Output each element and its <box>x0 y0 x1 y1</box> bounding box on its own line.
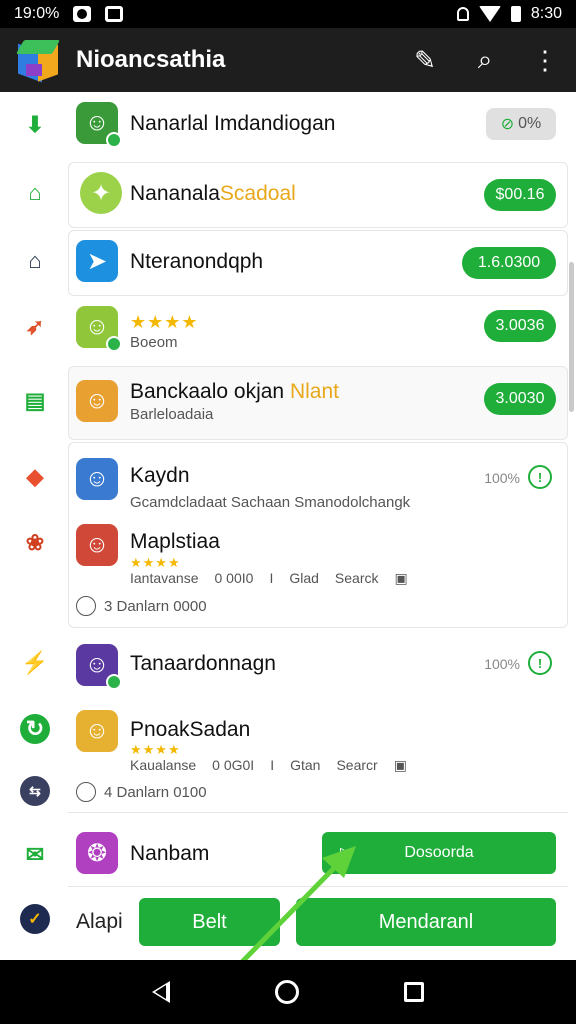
row-3-sub: Boeom <box>130 334 178 351</box>
row-7-status-icon[interactable]: ! <box>528 651 552 675</box>
status-time-right: 8:30 <box>530 5 562 22</box>
berries-icon: ❀ <box>25 530 45 555</box>
row-3-stars: ★★★★ <box>130 312 199 332</box>
more-vert-icon[interactable]: ⋮ <box>530 45 560 76</box>
download-icon: ⬇ <box>25 112 45 137</box>
app-title: Nioancsathia <box>76 46 226 73</box>
app-icon-7[interactable]: ☺ <box>76 644 122 690</box>
app-icon-2[interactable]: ➤ <box>76 240 118 282</box>
home-button-icon[interactable] <box>274 980 299 1004</box>
house-icon: ⌂ <box>28 248 42 273</box>
mail-icon: ✉ <box>25 842 45 867</box>
battery-icon <box>510 6 521 22</box>
row-1-title[interactable]: NananalaScadoal <box>130 182 296 206</box>
app-icon-9[interactable]: ❂ <box>76 832 118 874</box>
app-notification-icon <box>105 6 124 22</box>
app-icon-3[interactable]: ☺ <box>76 306 122 352</box>
row-2-title[interactable]: Nteranondqph <box>130 250 263 274</box>
row-2-action-button[interactable]: 1.6.0300 <box>462 247 556 279</box>
calendar-icon: ▤ <box>24 388 46 413</box>
app-list: ⬇ ☺ Nanarlal Imdandiogan ⊘ 0% ⌂ ✦ Nananal… <box>0 92 576 967</box>
pen-icon[interactable]: ✎ <box>410 45 440 76</box>
navigation-bar <box>0 960 576 1024</box>
row-8-meta: Kaualanse 0 0G0I I Gtan Searcr ▣ <box>130 757 407 773</box>
row-0-action-button[interactable]: ⊘ 0% <box>486 108 556 140</box>
check-icon: ✓ <box>20 904 50 934</box>
home-icon: ⌂ <box>28 180 42 205</box>
status-bar: 19:0% 8:30 <box>0 0 576 28</box>
row-6-meta: Iantavanse 0 00I0 I Glad Searck ▣ <box>130 570 408 586</box>
clock-icon <box>76 782 96 802</box>
tag-icon: ◆ <box>26 464 44 489</box>
app-logo-icon <box>15 38 61 83</box>
app-icon-8[interactable]: ☺ <box>76 710 118 752</box>
alarm-icon <box>456 7 469 21</box>
row-4-action-button[interactable]: 3.0030 <box>484 383 556 415</box>
flag-icon: ➶ <box>25 314 45 339</box>
row-0-title[interactable]: Nanarlal Imdandiogan <box>130 112 335 136</box>
wifi-icon <box>478 6 501 22</box>
row-3-action-button[interactable]: 3.0036 <box>484 310 556 342</box>
row-6-foot: 3 Danlarn 0000 <box>76 596 207 616</box>
bottom-label: Alapi <box>76 910 123 933</box>
row-7-percent: 100% <box>484 656 520 672</box>
arrows-icon: ⇆ <box>20 776 50 806</box>
search-icon[interactable]: ⌕ <box>470 44 500 76</box>
notification-icon <box>73 6 92 22</box>
row-5-title[interactable]: Kaydn <box>130 464 190 488</box>
briefcase-icon: ▣ <box>394 570 408 586</box>
app-icon-4[interactable]: ☺ <box>76 380 118 422</box>
app-icon-0[interactable]: ☺ <box>76 102 122 148</box>
row-8-foot: 4 Danlarn 0100 <box>76 782 207 802</box>
app-icon-1[interactable]: ✦ <box>80 172 122 214</box>
row-8-stars: ★★★★ <box>130 742 181 757</box>
row-1-action-button[interactable]: $00.16 <box>484 179 556 211</box>
pointer-arrow-icon <box>237 846 356 967</box>
row-5-percent: 100% <box>484 470 520 486</box>
row-4-title[interactable]: Banckaalo okjan Nlant <box>130 380 339 404</box>
app-bar: Nioancsathia ✎ ⌕ ⋮ <box>0 28 576 92</box>
row-7-title[interactable]: Tanaardonnagn <box>130 652 276 676</box>
row-4-sub: Barleloadaia <box>130 406 214 423</box>
back-icon[interactable] <box>152 981 171 1003</box>
divider <box>68 812 568 813</box>
recents-icon[interactable] <box>403 982 424 1002</box>
app-icon-5[interactable]: ☺ <box>76 458 118 500</box>
row-6-stars: ★★★★ <box>130 555 181 570</box>
app-icon-6[interactable]: ☺ <box>76 524 118 566</box>
refresh-icon: ↻ <box>20 714 50 744</box>
bolt-icon: ⚡ <box>21 650 49 675</box>
row-5-sub: Gcamdcladaat Sachaan Smanodolchangk <box>130 494 411 511</box>
row-5-status-icon[interactable]: ! <box>528 465 552 489</box>
briefcase-icon: ▣ <box>393 757 407 773</box>
row-8-title[interactable]: PnoakSadan <box>130 718 250 742</box>
row-6-title[interactable]: Maplstiaa <box>130 530 220 554</box>
row-9-title[interactable]: Nanbam <box>130 842 209 866</box>
scrollbar[interactable] <box>569 262 574 412</box>
status-time-left: 19:0% <box>14 5 60 22</box>
clock-icon <box>76 596 96 616</box>
